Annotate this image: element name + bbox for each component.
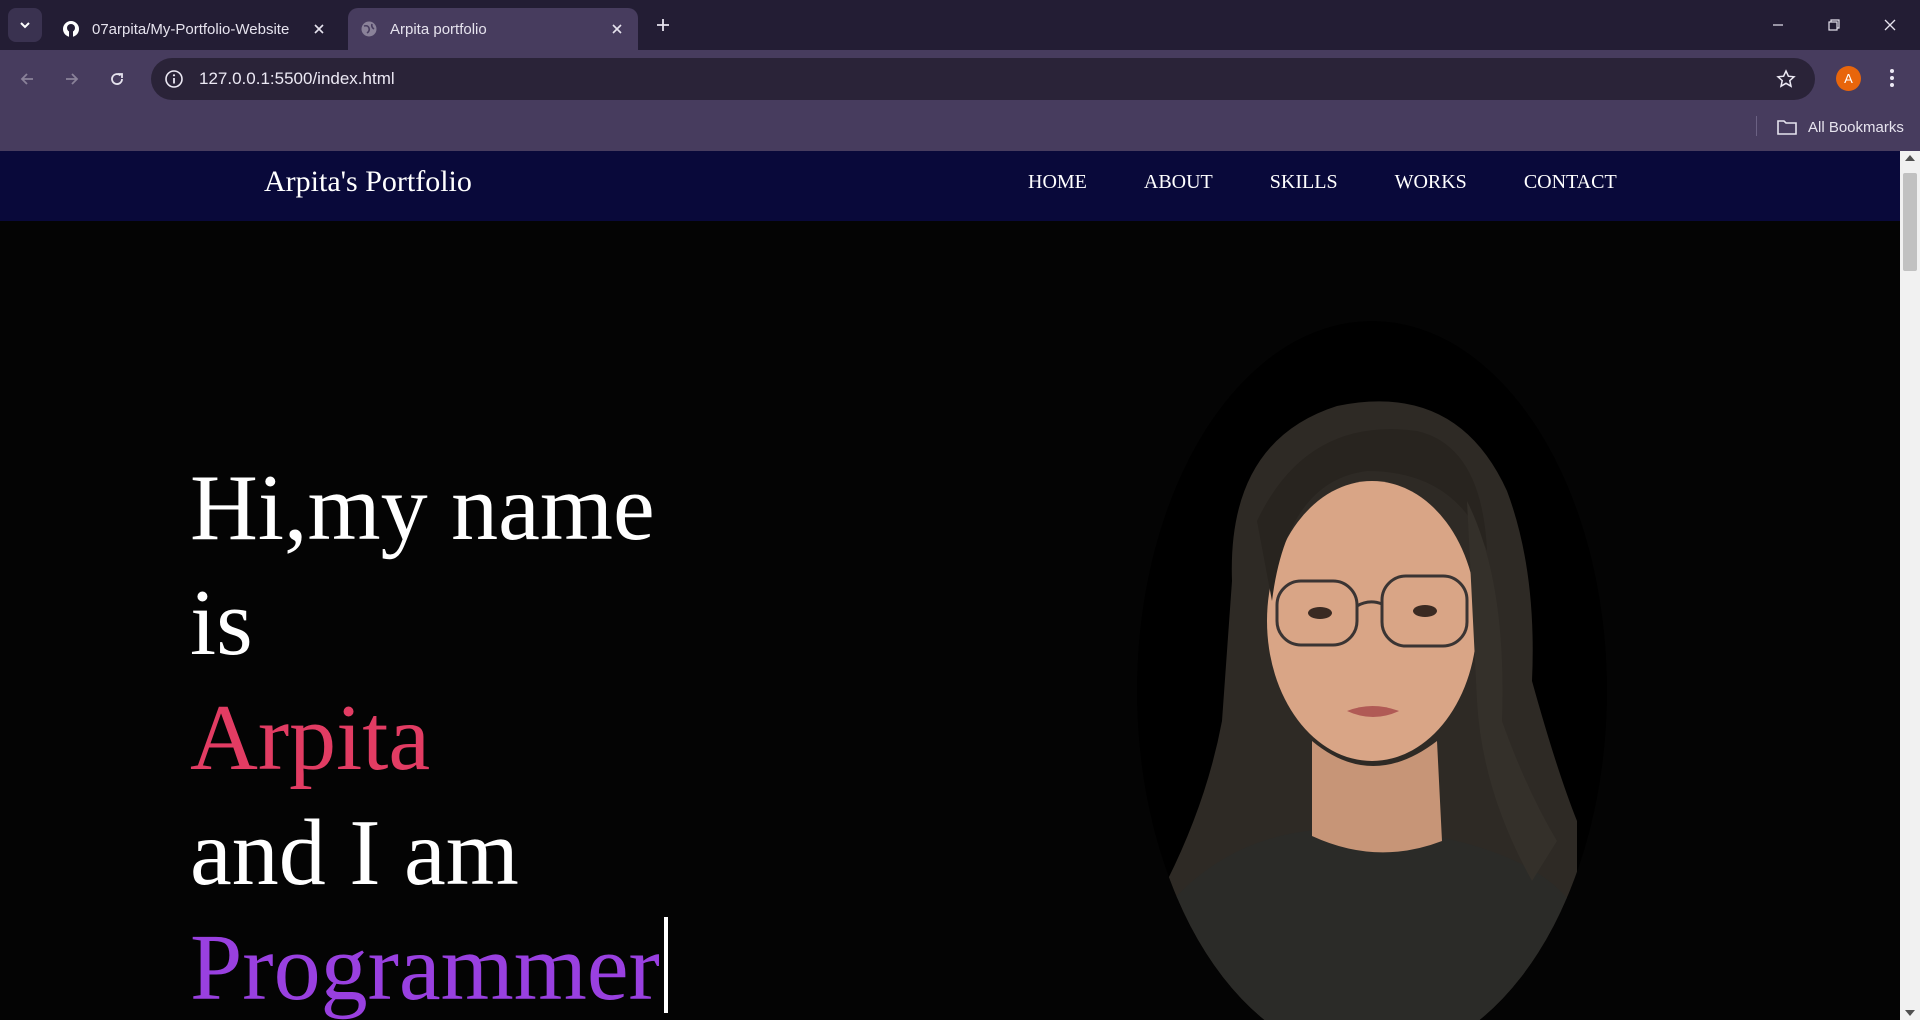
- plus-icon: [657, 19, 669, 31]
- site-menu: HOME ABOUT SKILLS WORKS CONTACT: [1028, 171, 1674, 194]
- nav-link-contact[interactable]: CONTACT: [1524, 171, 1617, 194]
- close-icon: [1884, 19, 1896, 31]
- chevron-down-icon: [20, 22, 30, 29]
- close-icon[interactable]: [608, 20, 626, 38]
- tab-title: Arpita portfolio: [390, 20, 487, 38]
- reload-icon: [111, 73, 123, 85]
- page-viewport: Arpita's Portfolio HOME ABOUT SKILLS WOR…: [0, 151, 1900, 1020]
- browser-toolbar: 127.0.0.1:5500/index.html A All Bookmark…: [0, 50, 1920, 158]
- nav-link-home[interactable]: HOME: [1028, 171, 1087, 194]
- scrollbar-thumb[interactable]: [1903, 173, 1917, 271]
- hero-line-iam: and I am: [190, 801, 519, 905]
- scroll-up-arrow-icon[interactable]: [1905, 155, 1915, 161]
- scroll-down-arrow-icon[interactable]: [1905, 1010, 1915, 1016]
- page-scrollbar[interactable]: [1900, 151, 1920, 1020]
- tab-title: 07arpita/My-Portfolio-Website: [92, 20, 290, 38]
- close-icon[interactable]: [310, 20, 328, 38]
- url-text: 127.0.0.1:5500/index.html: [199, 69, 395, 88]
- tab-github[interactable]: 07arpita/My-Portfolio-Website: [50, 8, 340, 50]
- minimize-icon: [1773, 24, 1783, 26]
- all-bookmarks-button[interactable]: All Bookmarks: [1776, 114, 1904, 140]
- hero-role-typed: Programmer: [190, 916, 660, 1020]
- nav-link-skills[interactable]: SKILLS: [1270, 171, 1338, 194]
- reload-button[interactable]: [102, 64, 132, 94]
- tab-portfolio[interactable]: Arpita portfolio: [348, 8, 638, 50]
- hero-heading: Hi,my name is Arpita and I am Programmer: [190, 451, 668, 1020]
- profile-photo: [1137, 321, 1607, 1020]
- profile-avatar[interactable]: A: [1836, 66, 1861, 91]
- bookmarks-divider: [1756, 116, 1757, 136]
- globe-icon: [360, 20, 378, 38]
- typing-caret: [663, 917, 668, 1013]
- tab-strip: 07arpita/My-Portfolio-Website Arpita por…: [0, 0, 1920, 50]
- hero-line-is: is: [190, 571, 253, 675]
- site-brand[interactable]: Arpita's Portfolio: [264, 165, 472, 199]
- arrow-left-icon: [20, 73, 33, 85]
- restore-button[interactable]: [1806, 0, 1862, 50]
- close-window-button[interactable]: [1862, 0, 1918, 50]
- nav-link-about[interactable]: ABOUT: [1144, 171, 1213, 194]
- bookmarks-label: All Bookmarks: [1808, 118, 1904, 136]
- folder-icon: [1776, 118, 1798, 136]
- site-navbar: Arpita's Portfolio HOME ABOUT SKILLS WOR…: [0, 151, 1900, 221]
- site-info-icon[interactable]: [163, 68, 185, 90]
- nav-link-works[interactable]: WORKS: [1395, 171, 1467, 194]
- address-bar[interactable]: 127.0.0.1:5500/index.html: [151, 58, 1815, 100]
- bookmark-star-icon[interactable]: [1775, 68, 1797, 90]
- tab-search-button[interactable]: [8, 8, 42, 42]
- hero-name: Arpita: [190, 686, 431, 790]
- arrow-right-icon: [66, 73, 79, 85]
- back-button[interactable]: [12, 64, 42, 94]
- hero-line-greeting: Hi,my name: [190, 456, 655, 560]
- hero-role-line: Programmer: [190, 911, 668, 1020]
- forward-button[interactable]: [57, 64, 87, 94]
- menu-kebab-icon[interactable]: [1880, 64, 1904, 92]
- new-tab-button[interactable]: [650, 12, 676, 38]
- minimize-button[interactable]: [1750, 0, 1806, 50]
- restore-icon: [1828, 19, 1840, 31]
- github-icon: [62, 20, 80, 38]
